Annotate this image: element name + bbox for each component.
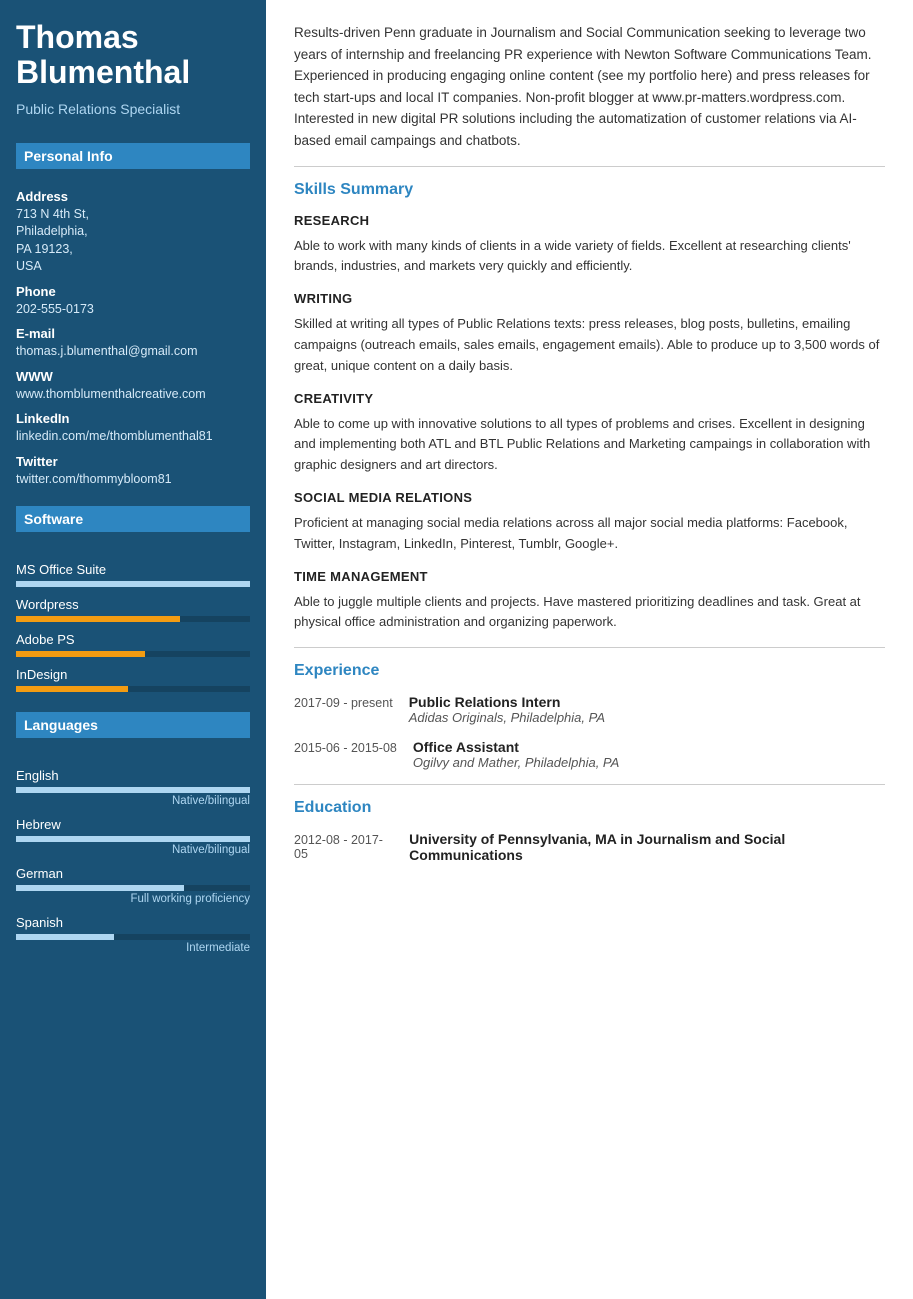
experience-item: 2017-09 - present Public Relations Intern… [294, 694, 885, 725]
skills-summary-title: Skills Summary [294, 181, 885, 199]
language-level: Native/bilingual [16, 795, 250, 807]
language-bar-bg [16, 787, 250, 793]
language-bar-fill [16, 787, 250, 793]
skill-description: Able to work with many kinds of clients … [294, 236, 885, 278]
twitter-label: Twitter [16, 454, 250, 469]
email-label: E-mail [16, 326, 250, 341]
software-item: MS Office Suite [16, 562, 250, 587]
software-name: Wordpress [16, 597, 250, 612]
experience-title: Experience [294, 662, 885, 680]
address-label: Address [16, 189, 250, 204]
education-container: 2012-08 - 2017-05 University of Pennsylva… [294, 831, 885, 863]
phone-value: 202-555-0173 [16, 301, 250, 319]
language-bar-fill [16, 885, 184, 891]
language-bar-bg [16, 885, 250, 891]
exp-company: Ogilvy and Mather, Philadelphia, PA [413, 755, 619, 770]
phone-label: Phone [16, 284, 250, 299]
languages-header: Languages [16, 712, 250, 738]
software-bar-fill [16, 581, 250, 587]
twitter-value: twitter.com/thommybloom81 [16, 471, 250, 489]
skill-title: CREATIVITY [294, 391, 885, 406]
www-label: WWW [16, 369, 250, 384]
language-skills: English Native/bilingual Hebrew Native/bili… [16, 758, 250, 954]
language-item: Spanish Intermediate [16, 915, 250, 954]
language-item: Hebrew Native/bilingual [16, 817, 250, 856]
main-content: Results-driven Penn graduate in Journali… [266, 0, 913, 1299]
language-level: Native/bilingual [16, 844, 250, 856]
linkedin-value: linkedin.com/me/thomblumenthal81 [16, 428, 250, 446]
software-bar-fill [16, 616, 180, 622]
email-value: thomas.j.blumenthal@gmail.com [16, 343, 250, 361]
exp-title: Public Relations Intern [409, 694, 605, 710]
exp-company: Adidas Originals, Philadelphia, PA [409, 710, 605, 725]
edu-content: University of Pennsylvania, MA in Journa… [409, 831, 885, 863]
language-name: English [16, 768, 250, 783]
skill-description: Proficient at managing social media rela… [294, 513, 885, 555]
language-bar-fill [16, 836, 250, 842]
software-name: MS Office Suite [16, 562, 250, 577]
software-bar-bg [16, 651, 250, 657]
language-level: Full working proficiency [16, 893, 250, 905]
software-name: Adobe PS [16, 632, 250, 647]
skill-description: Skilled at writing all types of Public R… [294, 314, 885, 376]
divider-2 [294, 647, 885, 648]
edu-degree: University of Pennsylvania, MA in Journa… [409, 831, 885, 863]
exp-title: Office Assistant [413, 739, 619, 755]
sidebar: Thomas Blumenthal Public Relations Speci… [0, 0, 266, 1299]
exp-date: 2015-06 - 2015-08 [294, 739, 397, 770]
linkedin-label: LinkedIn [16, 411, 250, 426]
language-level: Intermediate [16, 942, 250, 954]
personal-info-header: Personal Info [16, 143, 250, 169]
skills-container: RESEARCH Able to work with many kinds of … [294, 213, 885, 634]
skill-title: WRITING [294, 291, 885, 306]
software-bar-bg [16, 581, 250, 587]
software-item: InDesign [16, 667, 250, 692]
skill-title: RESEARCH [294, 213, 885, 228]
skill-title: TIME MANAGEMENT [294, 569, 885, 584]
skill-title: SOCIAL MEDIA RELATIONS [294, 490, 885, 505]
software-bar-bg [16, 686, 250, 692]
language-item: English Native/bilingual [16, 768, 250, 807]
education-item: 2012-08 - 2017-05 University of Pennsylva… [294, 831, 885, 863]
language-item: German Full working proficiency [16, 866, 250, 905]
experience-item: 2015-06 - 2015-08 Office AssistantOgilvy … [294, 739, 885, 770]
software-skills: MS Office Suite Wordpress Adobe PS InDesign [16, 552, 250, 694]
skill-description: Able to come up with innovative solution… [294, 414, 885, 476]
language-name: Hebrew [16, 817, 250, 832]
candidate-title: Public Relations Specialist [16, 100, 250, 118]
software-item: Wordpress [16, 597, 250, 622]
language-bar-fill [16, 934, 114, 940]
software-name: InDesign [16, 667, 250, 682]
divider-1 [294, 166, 885, 167]
language-bar-bg [16, 836, 250, 842]
experience-container: 2017-09 - present Public Relations Intern… [294, 694, 885, 770]
edu-date: 2012-08 - 2017-05 [294, 831, 393, 863]
software-header: Software [16, 506, 250, 532]
language-name: Spanish [16, 915, 250, 930]
summary-text: Results-driven Penn graduate in Journali… [294, 22, 885, 152]
divider-3 [294, 784, 885, 785]
language-bar-bg [16, 934, 250, 940]
software-bar-bg [16, 616, 250, 622]
address-value: 713 N 4th St,Philadelphia,PA 19123,USA [16, 206, 250, 276]
exp-content: Office AssistantOgilvy and Mather, Phila… [413, 739, 619, 770]
software-bar-fill [16, 651, 145, 657]
candidate-name: Thomas Blumenthal [16, 20, 250, 90]
software-item: Adobe PS [16, 632, 250, 657]
skill-description: Able to juggle multiple clients and proj… [294, 592, 885, 634]
language-name: German [16, 866, 250, 881]
exp-content: Public Relations InternAdidas Originals,… [409, 694, 605, 725]
www-value: www.thomblumenthalcreative.com [16, 386, 250, 404]
exp-date: 2017-09 - present [294, 694, 393, 725]
software-bar-fill [16, 686, 128, 692]
education-title: Education [294, 799, 885, 817]
